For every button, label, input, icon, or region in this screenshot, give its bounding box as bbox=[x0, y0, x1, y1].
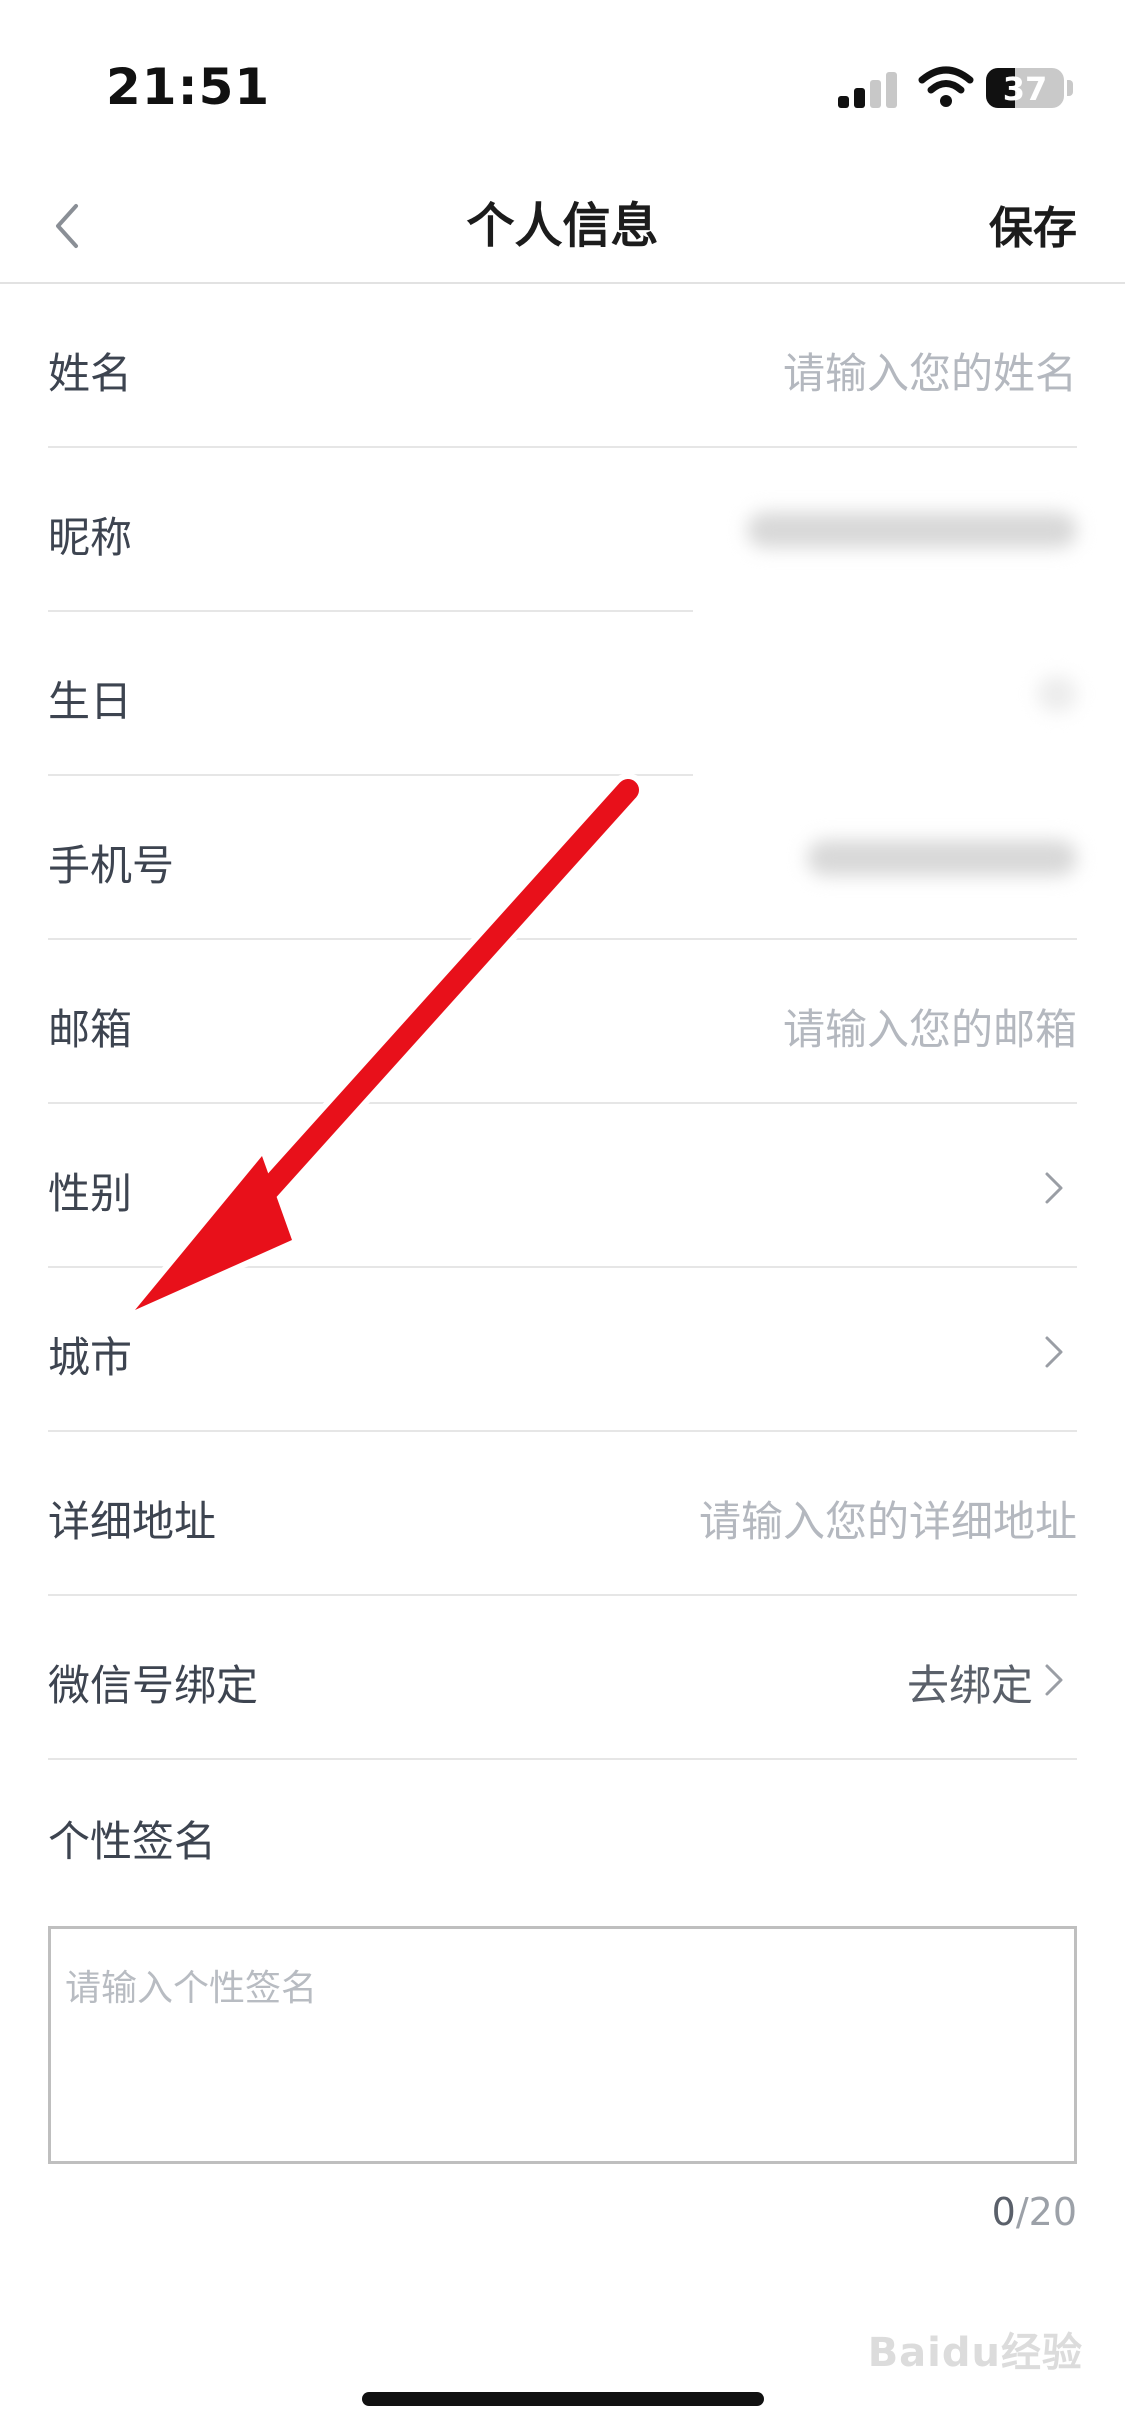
row-label: 邮箱 bbox=[48, 1005, 133, 1054]
signature-placeholder: 请输入个性签名 bbox=[65, 1968, 318, 2009]
row-label: 城市 bbox=[48, 1333, 133, 1382]
phone-value-blurred bbox=[807, 840, 1077, 876]
battery-percent: 37 bbox=[1002, 70, 1048, 108]
battery-tip bbox=[1067, 80, 1073, 96]
row-gender[interactable]: 性别 bbox=[48, 1104, 1077, 1268]
chevron-right-icon bbox=[1045, 1664, 1063, 1696]
address-input[interactable]: 请输入您的详细地址 bbox=[699, 1488, 1077, 1549]
row-phone[interactable]: 手机号 bbox=[48, 776, 1077, 940]
row-birthday[interactable]: 生日 bbox=[48, 612, 1077, 776]
signature-textarea[interactable]: 请输入个性签名 bbox=[48, 1926, 1077, 2164]
bind-wechat-link[interactable]: 去绑定 bbox=[907, 1652, 1033, 1713]
row-label: 详细地址 bbox=[48, 1497, 217, 1546]
battery-icon: 37 bbox=[986, 68, 1064, 108]
signature-char-counter: 0/20 bbox=[992, 2190, 1077, 2234]
row-label: 微信号绑定 bbox=[48, 1661, 259, 1710]
save-button[interactable]: 保存 bbox=[989, 192, 1077, 256]
row-label: 性别 bbox=[48, 1169, 133, 1218]
profile-form: 姓名 请输入您的姓名 昵称 生日 手机号 邮箱 请输入您的邮箱 性别 城市 详细… bbox=[48, 284, 1077, 1760]
chevron-right-icon bbox=[1045, 1172, 1063, 1204]
row-email[interactable]: 邮箱 请输入您的邮箱 bbox=[48, 940, 1077, 1104]
cellular-signal-icon bbox=[838, 72, 898, 108]
row-address[interactable]: 详细地址 请输入您的详细地址 bbox=[48, 1432, 1077, 1596]
row-name[interactable]: 姓名 请输入您的姓名 bbox=[48, 284, 1077, 448]
char-max: /20 bbox=[1015, 2190, 1077, 2234]
page-title: 个人信息 bbox=[466, 198, 659, 254]
birthday-value-blurred bbox=[1037, 676, 1077, 712]
row-label: 昵称 bbox=[48, 513, 133, 562]
row-nickname[interactable]: 昵称 bbox=[48, 448, 1077, 612]
chevron-right-icon bbox=[1045, 1336, 1063, 1368]
home-indicator bbox=[362, 2392, 764, 2406]
signature-label: 个性签名 bbox=[48, 1817, 217, 1866]
row-city[interactable]: 城市 bbox=[48, 1268, 1077, 1432]
row-label: 生日 bbox=[48, 677, 133, 726]
status-bar: 21:51 37 bbox=[0, 0, 1125, 170]
nav-bar: 个人信息 保存 bbox=[0, 170, 1125, 284]
char-count: 0 bbox=[991, 2190, 1016, 2234]
row-label: 姓名 bbox=[48, 349, 133, 398]
row-label: 手机号 bbox=[48, 841, 175, 890]
baidu-watermark: Baidu经验 bbox=[867, 2330, 1083, 2376]
nickname-value-blurred bbox=[747, 512, 1077, 548]
row-wechat-binding[interactable]: 微信号绑定 去绑定 bbox=[48, 1596, 1077, 1760]
name-input[interactable]: 请输入您的姓名 bbox=[783, 340, 1077, 401]
wifi-icon bbox=[918, 66, 974, 107]
email-input[interactable]: 请输入您的邮箱 bbox=[783, 996, 1077, 1057]
status-time: 21:51 bbox=[106, 58, 271, 116]
